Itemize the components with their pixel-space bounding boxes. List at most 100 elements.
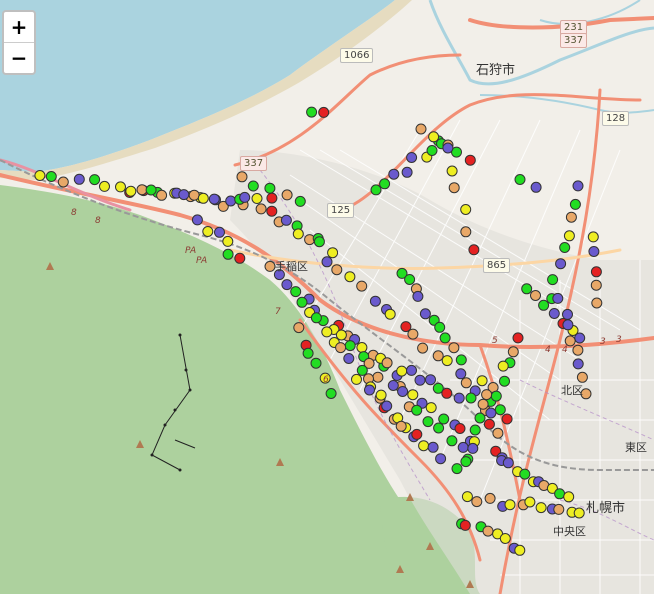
- map-marker[interactable]: [481, 389, 493, 401]
- map-marker[interactable]: [588, 246, 600, 257]
- map-marker[interactable]: [191, 214, 203, 226]
- map-marker[interactable]: [428, 131, 440, 143]
- map-marker[interactable]: [406, 152, 418, 163]
- map-marker[interactable]: [418, 440, 430, 452]
- map-marker[interactable]: [590, 266, 602, 278]
- map-marker[interactable]: [497, 360, 509, 372]
- map-marker[interactable]: [370, 184, 382, 196]
- map-marker[interactable]: [302, 347, 314, 359]
- map-marker[interactable]: [565, 211, 577, 223]
- map-marker[interactable]: [384, 308, 396, 320]
- map-marker[interactable]: [321, 326, 333, 338]
- map-marker[interactable]: [397, 386, 409, 397]
- map-marker[interactable]: [460, 204, 472, 215]
- map-marker[interactable]: [464, 154, 476, 166]
- map-marker[interactable]: [530, 290, 541, 301]
- map-marker[interactable]: [548, 308, 560, 319]
- map-marker[interactable]: [507, 346, 519, 358]
- map-marker[interactable]: [388, 168, 400, 180]
- map-marker[interactable]: [406, 364, 417, 376]
- map-marker[interactable]: [484, 492, 496, 504]
- map-marker[interactable]: [469, 424, 481, 436]
- map-marker[interactable]: [145, 184, 157, 196]
- map-marker[interactable]: [404, 274, 416, 285]
- map-marker[interactable]: [197, 192, 209, 204]
- map-marker[interactable]: [280, 214, 292, 226]
- map-marker[interactable]: [502, 457, 514, 469]
- map-marker[interactable]: [460, 377, 472, 389]
- map-marker[interactable]: [524, 496, 536, 508]
- map-marker[interactable]: [188, 189, 200, 201]
- map-marker[interactable]: [591, 297, 603, 309]
- map-marker[interactable]: [465, 392, 477, 404]
- map-marker[interactable]: [351, 373, 362, 385]
- map-marker[interactable]: [379, 178, 391, 190]
- map-marker[interactable]: [234, 252, 246, 264]
- map-marker[interactable]: [468, 244, 480, 256]
- map-marker[interactable]: [411, 404, 423, 416]
- map-marker[interactable]: [442, 142, 454, 154]
- map-marker[interactable]: [572, 180, 584, 192]
- map-marker[interactable]: [236, 171, 248, 183]
- map-marker[interactable]: [381, 357, 393, 369]
- map-marker[interactable]: [474, 412, 486, 424]
- map-marker[interactable]: [519, 468, 531, 480]
- map-marker[interactable]: [576, 371, 588, 383]
- map-marker[interactable]: [587, 231, 599, 243]
- map-marker[interactable]: [396, 365, 408, 377]
- map-marker[interactable]: [514, 174, 526, 185]
- map-marker[interactable]: [482, 525, 494, 537]
- map-marker[interactable]: [573, 507, 585, 519]
- map-marker[interactable]: [454, 423, 466, 434]
- map-marker[interactable]: [569, 198, 581, 210]
- map-marker[interactable]: [344, 271, 356, 283]
- map-marker[interactable]: [441, 387, 453, 399]
- map-marker[interactable]: [453, 392, 465, 404]
- map-marker[interactable]: [222, 248, 234, 260]
- map-marker[interactable]: [572, 344, 584, 356]
- map-marker[interactable]: [521, 283, 533, 295]
- map-marker[interactable]: [115, 181, 126, 193]
- map-marker[interactable]: [457, 441, 469, 453]
- map-marker[interactable]: [512, 332, 524, 344]
- map-marker[interactable]: [281, 279, 293, 291]
- map-marker[interactable]: [499, 375, 510, 387]
- map-marker[interactable]: [471, 496, 483, 508]
- map-marker[interactable]: [492, 427, 504, 439]
- map-marker[interactable]: [57, 176, 69, 188]
- map-marker[interactable]: [255, 203, 267, 215]
- map-marker[interactable]: [553, 503, 565, 515]
- map-marker[interactable]: [414, 374, 426, 386]
- map-marker[interactable]: [293, 322, 305, 334]
- map-marker[interactable]: [490, 390, 502, 402]
- map-marker[interactable]: [425, 402, 437, 414]
- map-marker[interactable]: [448, 342, 460, 354]
- map-marker[interactable]: [356, 280, 368, 292]
- map-marker[interactable]: [438, 413, 450, 425]
- map-marker[interactable]: [202, 226, 214, 237]
- map-marker[interactable]: [266, 205, 278, 217]
- map-marker[interactable]: [45, 171, 57, 182]
- map-marker[interactable]: [214, 226, 225, 238]
- map-marker[interactable]: [344, 340, 356, 352]
- map-marker[interactable]: [435, 453, 447, 465]
- map-marker[interactable]: [535, 502, 547, 514]
- map-marker[interactable]: [562, 308, 573, 320]
- zoom-out-button[interactable]: −: [4, 43, 34, 73]
- map-marker[interactable]: [99, 180, 110, 192]
- map-marker[interactable]: [483, 418, 495, 430]
- map-marker[interactable]: [433, 422, 445, 434]
- map-marker[interactable]: [294, 195, 306, 207]
- map-marker[interactable]: [178, 189, 190, 201]
- map-marker[interactable]: [434, 321, 446, 333]
- map-marker[interactable]: [281, 189, 293, 201]
- map-marker[interactable]: [412, 290, 424, 302]
- map-marker[interactable]: [369, 295, 381, 307]
- map-marker[interactable]: [441, 355, 453, 367]
- map-marker[interactable]: [455, 368, 467, 380]
- map-marker[interactable]: [73, 173, 85, 185]
- map-marker[interactable]: [460, 456, 472, 468]
- map-marker[interactable]: [426, 145, 438, 156]
- map-marker[interactable]: [590, 279, 602, 291]
- map-marker[interactable]: [310, 312, 322, 324]
